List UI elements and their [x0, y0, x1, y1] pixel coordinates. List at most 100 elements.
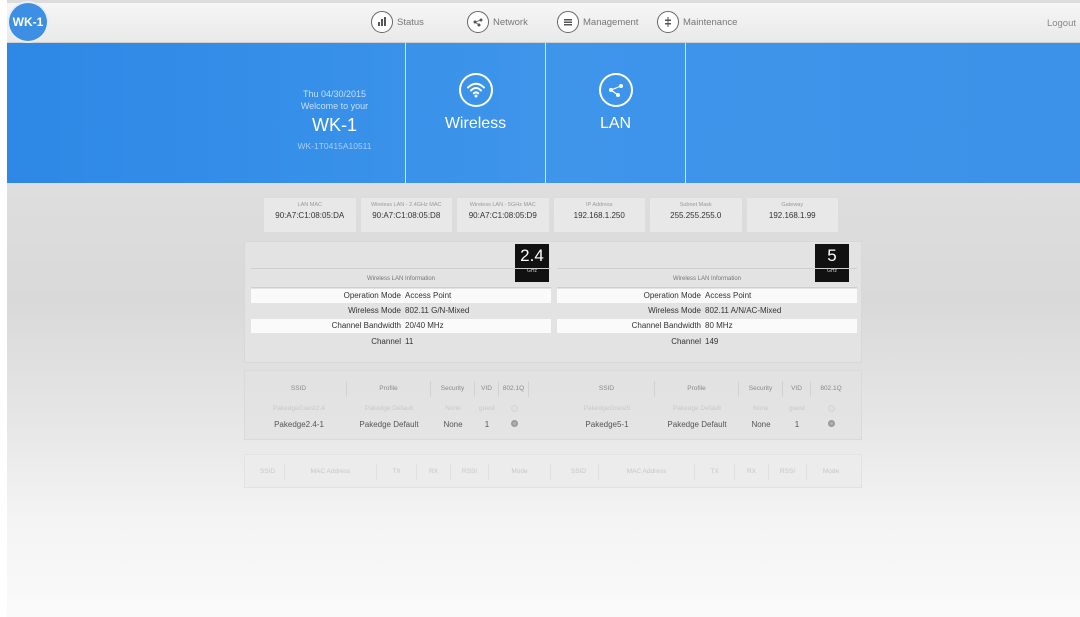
col-8021q: 802.1Q	[820, 385, 842, 392]
info-label: Subnet Mask	[679, 202, 712, 208]
client-table-panel: SSID MAC Address TX RX RSSI Mode SSID MA…	[244, 454, 862, 488]
row-key: Wireless Mode	[648, 306, 701, 315]
col-security: Security	[739, 381, 783, 397]
row-key: Channel Bandwidth	[331, 321, 401, 330]
row-key: Channel Bandwidth	[631, 321, 701, 330]
cell-ssid: PakedgeGuest2.4	[272, 405, 326, 412]
row-value: 80 MHz	[705, 321, 733, 330]
row-value: 802.11 G/N-Mixed	[405, 306, 470, 315]
row-value: 802.11 A/N/AC-Mixed	[705, 306, 782, 315]
cell-8021q[interactable]	[499, 417, 529, 433]
cell-security: None	[445, 405, 461, 412]
col-vid: VID	[783, 381, 811, 397]
info-value: 90:A7:C1:08:05:DA	[275, 211, 345, 220]
row-operation-mode: Operation Mode Access Point	[557, 289, 857, 303]
info-value: 90:A7:C1:08:05:D8	[372, 211, 441, 220]
network-icon	[467, 11, 489, 33]
logout-link[interactable]: Logout	[1047, 18, 1076, 29]
row-value: 20/40 MHz	[405, 321, 444, 330]
col-mac: MAC Address	[285, 464, 377, 480]
nav-management[interactable]: Management	[557, 11, 638, 33]
cell-vid: guest	[479, 405, 495, 412]
tile-wireless-label: Wireless	[444, 115, 507, 132]
wifi-icon	[458, 73, 493, 107]
radio-icon	[510, 404, 518, 412]
nav-management-label: Management	[583, 16, 639, 28]
col-rx: RX	[417, 464, 451, 480]
row-value: 149	[705, 337, 719, 346]
col-rssi: RSSI	[451, 464, 489, 480]
info-lan-mac: LAN MAC 90:A7:C1:08:05:DA	[263, 197, 357, 233]
col-profile: Profile	[655, 381, 739, 397]
cell-vid: 1	[484, 420, 490, 429]
current-date: Thu 04/30/2015	[302, 89, 367, 99]
cell-profile: Pakedge Default	[359, 420, 419, 429]
wireless-header: Wireless LAN Information	[251, 268, 551, 288]
info-label: Wireless LAN - 2.4GHz MAC	[370, 202, 442, 208]
badge-number: 5	[827, 246, 837, 265]
row-key: Channel	[371, 337, 401, 346]
col-vid: VID	[475, 381, 499, 397]
client-table-header: SSID MAC Address TX RX RSSI Mode SSID MA…	[251, 464, 857, 480]
info-label: Wireless LAN - 5GHz MAC	[469, 202, 536, 208]
bar-chart-icon	[371, 11, 393, 33]
info-subnet-mask: Subnet Mask 255.255.255.0	[649, 197, 743, 233]
nav-maintenance-label: Maintenance	[683, 16, 738, 28]
cell-profile: Pakedge Default	[667, 420, 727, 429]
ssid-table-row-guest[interactable]: PakedgeGuest2.4 Pakedge Default None gue…	[251, 401, 857, 417]
cell-profile: Pakedge Default	[364, 405, 414, 412]
cell-8021q[interactable]	[811, 401, 851, 417]
badge-number: 2.4	[520, 246, 544, 265]
ssid-table-row[interactable]: Pakedge2.4-1 Pakedge Default None 1 Pake…	[251, 417, 857, 433]
nav-status[interactable]: Status	[371, 11, 424, 33]
row-wireless-mode: Wireless Mode 802.11 A/N/AC-Mixed	[557, 304, 857, 318]
nav-maintenance[interactable]: Maintenance	[657, 11, 737, 33]
row-key: Operation Mode	[343, 291, 401, 300]
col-rssi: RSSI	[769, 464, 807, 480]
cell-ssid: Pakedge5-1	[585, 420, 629, 429]
cell-profile: Pakedge Default	[672, 405, 722, 412]
cell-security: None	[751, 420, 771, 429]
ssid-table-header: SSID Profile Security VID 802.1Q SSID Pr…	[251, 381, 857, 397]
row-channel: Channel 149	[557, 335, 857, 349]
row-value: 11	[405, 337, 414, 346]
tile-wireless[interactable]: Wireless	[405, 43, 545, 183]
cell-vid: 1	[794, 420, 800, 429]
welcome-block: Thu 04/30/2015 Welcome to your WK-1 WK-1…	[262, 43, 407, 183]
tile-lan[interactable]: LAN	[545, 43, 685, 183]
info-ip-address: IP Address 192.168.1.250	[552, 197, 646, 233]
col-ssid: SSID	[251, 464, 285, 480]
radio-icon	[827, 420, 835, 428]
welcome-text: Welcome to your	[300, 101, 369, 111]
col-mode: Mode	[489, 464, 551, 480]
logo[interactable]: WK-1	[9, 3, 47, 41]
sliders-icon	[657, 11, 679, 33]
col-mac: MAC Address	[599, 464, 695, 480]
row-wireless-mode: Wireless Mode 802.11 G/N-Mixed	[251, 304, 551, 318]
radio-icon	[827, 404, 835, 412]
tile-divider	[685, 43, 686, 183]
row-key: Channel	[671, 337, 701, 346]
cell-security: None	[753, 405, 769, 412]
wireless-header: Wireless LAN Information	[557, 268, 857, 288]
cell-8021q[interactable]	[499, 401, 529, 417]
col-ssid: SSID	[251, 381, 347, 397]
ssid-table-panel: SSID Profile Security VID 802.1Q SSID Pr…	[244, 370, 862, 440]
col-tx: TX	[695, 464, 735, 480]
cell-security: None	[443, 420, 463, 429]
info-value: 192.168.1.250	[573, 211, 625, 220]
top-nav: WK-1 Status Network Management Maintenan…	[7, 3, 1080, 43]
col-rx: RX	[735, 464, 769, 480]
info-label: LAN MAC	[297, 202, 322, 208]
col-ssid: SSID	[559, 381, 655, 397]
nav-network[interactable]: Network	[467, 11, 528, 33]
row-channel-bandwidth: Channel Bandwidth 20/40 MHz	[251, 319, 551, 333]
menu-lines-icon	[557, 11, 579, 33]
banner: Thu 04/30/2015 Welcome to your WK-1 WK-1…	[7, 43, 1080, 183]
device-model: WK-1	[312, 115, 357, 135]
info-label: Gateway	[781, 202, 804, 208]
nav-network-label: Network	[493, 16, 528, 28]
cell-8021q[interactable]	[811, 417, 851, 433]
row-key: Operation Mode	[643, 291, 701, 300]
cell-vid: guest	[789, 405, 805, 412]
